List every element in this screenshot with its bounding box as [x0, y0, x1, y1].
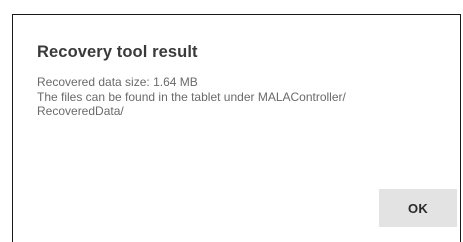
recovered-size-text: Recovered data size: 1.64 MB [37, 75, 198, 89]
location-text-line-1: The files can be found in the tablet und… [37, 89, 346, 104]
recovery-result-dialog: Recovery tool result Recovered data size… [12, 14, 461, 242]
dialog-message: Recovered data size: 1.64 MB The files c… [37, 75, 457, 119]
ok-button[interactable]: OK [379, 189, 457, 227]
location-text-line-2: RecoveredData/ [37, 104, 124, 118]
dialog-title: Recovery tool result [37, 43, 198, 61]
